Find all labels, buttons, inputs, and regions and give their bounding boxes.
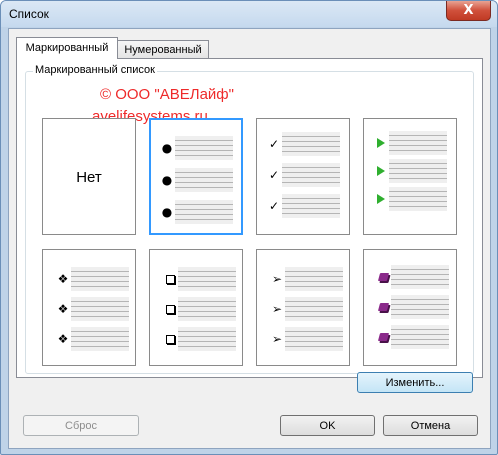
group-label: Маркированный список — [33, 64, 157, 76]
bullet-style-book[interactable] — [363, 249, 457, 366]
green-triangle-icon — [375, 164, 387, 178]
hollow-square-icon — [164, 302, 176, 316]
bullet-style-green-triangle[interactable] — [363, 118, 457, 235]
arrowhead-icon: ➢ — [271, 302, 283, 316]
checkmark-icon: ✓ — [268, 168, 280, 182]
dot-bullet-icon: ● — [161, 141, 173, 155]
change-button[interactable]: Изменить... — [357, 372, 473, 393]
four-diamond-icon: ❖ — [57, 332, 69, 346]
arrowhead-icon: ➢ — [271, 272, 283, 286]
book-icon — [377, 300, 389, 314]
four-diamond-icon: ❖ — [57, 302, 69, 316]
tab-panel: Маркированный список © ООО "АВЕЛайф" ave… — [16, 58, 483, 393]
tab-bulleted[interactable]: Маркированный — [16, 37, 118, 59]
book-icon — [377, 330, 389, 344]
cancel-button[interactable]: Отмена — [383, 415, 478, 436]
none-label: Нет — [76, 169, 102, 186]
checkmark-icon: ✓ — [268, 199, 280, 213]
tab-numbered[interactable]: Нумерованный — [117, 40, 209, 60]
book-icon — [377, 270, 389, 284]
bullet-style-checkmark[interactable]: ✓ ✓ ✓ — [256, 118, 350, 235]
four-diamond-icon: ❖ — [57, 272, 69, 286]
dialog-body: Маркированный Нумерованный Маркированный… — [8, 28, 491, 449]
green-triangle-icon — [375, 192, 387, 206]
title-bar: Список X — [1, 1, 497, 27]
bullet-style-none[interactable]: Нет — [42, 118, 136, 235]
dot-bullet-icon: ● — [161, 173, 173, 187]
list-dialog: Список X Маркированный Нумерованный Марк… — [0, 0, 498, 455]
hollow-square-icon — [164, 332, 176, 346]
bullet-style-hollow-square[interactable] — [149, 249, 243, 366]
hollow-square-icon — [164, 272, 176, 286]
dot-bullet-icon: ● — [161, 205, 173, 219]
arrowhead-icon: ➢ — [271, 332, 283, 346]
checkmark-icon: ✓ — [268, 137, 280, 151]
watermark-company: © ООО "АВЕЛайф" — [100, 86, 234, 103]
green-triangle-icon — [375, 136, 387, 150]
close-icon: X — [463, 3, 474, 18]
close-button[interactable]: X — [446, 1, 491, 21]
dialog-title: Список — [9, 7, 49, 21]
bullet-style-arrowhead[interactable]: ➢ ➢ ➢ — [256, 249, 350, 366]
reset-button[interactable]: Сброс — [23, 415, 139, 436]
bullet-style-four-diamond[interactable]: ❖ ❖ ❖ — [42, 249, 136, 366]
bullet-style-dot[interactable]: ● ● ● — [149, 118, 243, 235]
ok-button[interactable]: OK — [280, 415, 375, 436]
